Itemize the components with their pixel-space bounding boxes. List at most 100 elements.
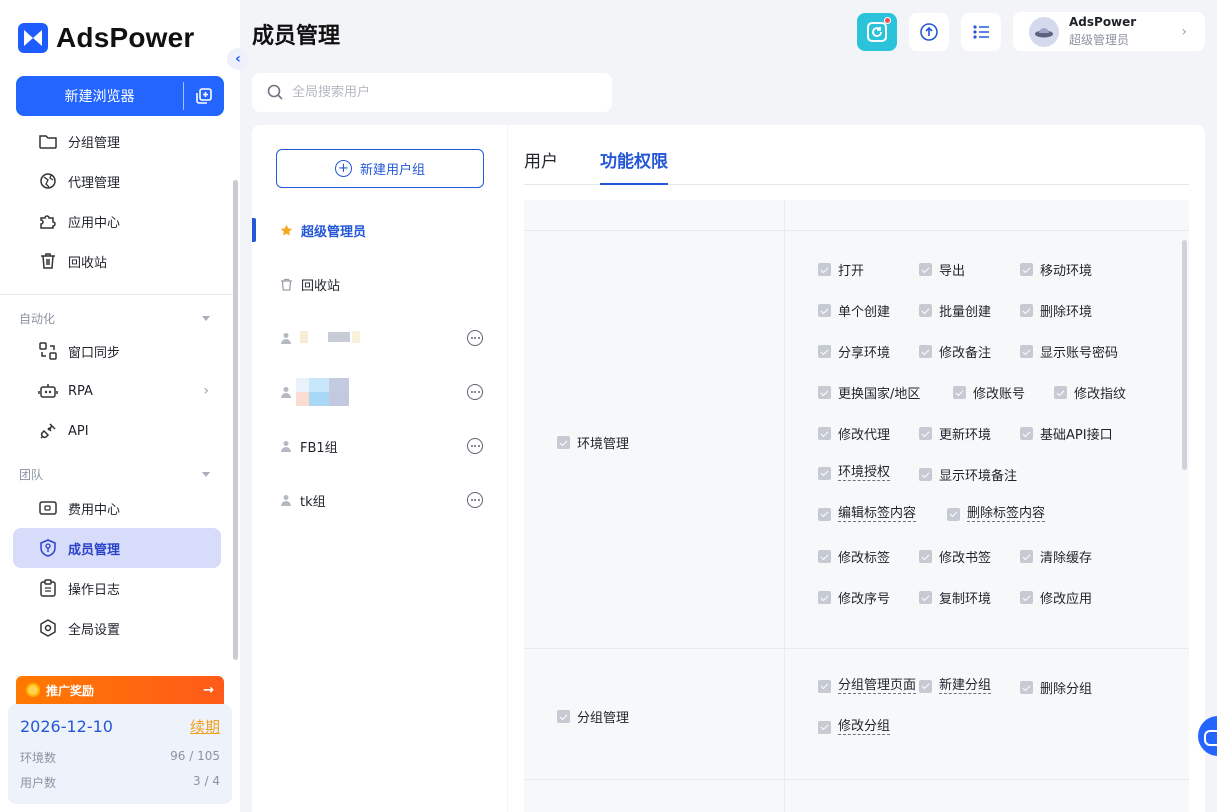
- permission-option[interactable]: 更换国家/地区: [818, 383, 920, 402]
- sidebar-item-member-management[interactable]: 成员管理: [13, 528, 221, 568]
- sidebar-item-group-management[interactable]: 分组管理: [13, 121, 221, 161]
- sidebar-scrollbar[interactable]: [233, 180, 238, 660]
- permission-option[interactable]: 清除缓存: [1020, 547, 1092, 566]
- permission-option[interactable]: 打开: [818, 260, 864, 279]
- checkbox[interactable]: [1020, 345, 1033, 358]
- permissions-scrollbar[interactable]: [1182, 240, 1187, 470]
- sidebar-item-operation-log[interactable]: 操作日志: [13, 568, 221, 608]
- sidebar-item-window-sync[interactable]: 窗口同步: [13, 331, 221, 371]
- checkbox[interactable]: [818, 345, 831, 358]
- caret-down-icon[interactable]: [202, 472, 210, 477]
- checkbox[interactable]: [1020, 591, 1033, 604]
- permission-option[interactable]: 复制环境: [919, 588, 991, 607]
- checkbox[interactable]: [947, 507, 960, 521]
- search-input[interactable]: [292, 85, 582, 100]
- sidebar-item-proxy-management[interactable]: 代理管理: [13, 161, 221, 201]
- new-user-group-button[interactable]: + 新建用户组: [276, 149, 484, 188]
- tab-users[interactable]: 用户: [524, 147, 558, 172]
- permission-option[interactable]: 分组管理页面: [818, 678, 917, 694]
- checkbox[interactable]: [818, 720, 831, 734]
- checkbox[interactable]: [818, 591, 831, 604]
- checkbox[interactable]: [919, 427, 932, 440]
- logo[interactable]: AdsPower: [18, 22, 195, 54]
- permission-option[interactable]: 修改分组: [818, 719, 891, 735]
- permission-option[interactable]: 基础API接口: [1020, 424, 1113, 443]
- checkbox[interactable]: [818, 679, 831, 693]
- checkbox[interactable]: [818, 507, 831, 521]
- checkbox[interactable]: [919, 263, 932, 276]
- checkbox[interactable]: [919, 550, 932, 563]
- new-browser-button[interactable]: 新建浏览器: [16, 76, 183, 116]
- caret-down-icon[interactable]: [202, 316, 210, 321]
- permission-option[interactable]: 显示账号密码: [1020, 342, 1118, 361]
- sidebar-item-billing[interactable]: 费用中心: [13, 488, 221, 528]
- sidebar-item-global-settings[interactable]: 全局设置: [13, 608, 221, 648]
- checkbox[interactable]: [557, 710, 570, 723]
- checkbox[interactable]: [1054, 386, 1067, 399]
- sidebar-item-api[interactable]: API: [13, 411, 221, 451]
- permission-option[interactable]: 显示环境备注: [919, 465, 1017, 484]
- checkbox[interactable]: [818, 466, 831, 480]
- more-options-icon[interactable]: [467, 492, 483, 508]
- more-options-icon[interactable]: [467, 384, 483, 400]
- sidebar-item-recycle-bin[interactable]: 回收站: [13, 241, 221, 281]
- permission-option[interactable]: 导出: [919, 260, 965, 279]
- permission-option[interactable]: 修改应用: [1020, 588, 1092, 607]
- checkbox[interactable]: [1020, 304, 1033, 317]
- category-env-management[interactable]: 环境管理: [557, 433, 629, 452]
- permission-option[interactable]: 修改序号: [818, 588, 890, 607]
- permission-option[interactable]: 修改代理: [818, 424, 890, 443]
- checkbox[interactable]: [1020, 427, 1033, 440]
- permission-option[interactable]: 更新环境: [919, 424, 991, 443]
- checkbox[interactable]: [919, 591, 932, 604]
- checkbox[interactable]: [1020, 681, 1033, 694]
- category-group-management[interactable]: 分组管理: [557, 707, 629, 726]
- permission-option[interactable]: 修改书签: [919, 547, 991, 566]
- permission-option[interactable]: 修改标签: [818, 547, 890, 566]
- permission-option[interactable]: 移动环境: [1020, 260, 1092, 279]
- checkbox[interactable]: [1020, 550, 1033, 563]
- group-item-tk[interactable]: tk组: [252, 480, 507, 520]
- batch-create-button[interactable]: [184, 76, 224, 116]
- profile-menu[interactable]: AdsPower 超级管理员 ›: [1013, 12, 1205, 51]
- task-list-button[interactable]: [961, 13, 1001, 51]
- checkbox[interactable]: [1020, 263, 1033, 276]
- group-item-blurred-1[interactable]: [252, 318, 507, 358]
- permission-option[interactable]: 删除标签内容: [947, 506, 1046, 522]
- permission-option[interactable]: 修改备注: [919, 342, 991, 361]
- checkbox[interactable]: [919, 345, 932, 358]
- permission-option[interactable]: 修改指纹: [1054, 383, 1126, 402]
- tab-feature-permissions[interactable]: 功能权限: [600, 147, 668, 185]
- sidebar-item-rpa[interactable]: RPA ›: [13, 371, 221, 411]
- group-item-blurred-2[interactable]: [252, 372, 507, 412]
- notification-button[interactable]: [857, 13, 897, 51]
- permission-option[interactable]: 删除环境: [1020, 301, 1092, 320]
- checkbox[interactable]: [818, 550, 831, 563]
- permission-option[interactable]: 编辑标签内容: [818, 506, 917, 522]
- collapse-sidebar-button[interactable]: ‹: [227, 48, 249, 70]
- checkbox[interactable]: [818, 304, 831, 317]
- checkbox[interactable]: [919, 679, 932, 693]
- permission-option[interactable]: 新建分组: [919, 678, 992, 694]
- promo-banner[interactable]: 推广奖励 →: [16, 676, 224, 704]
- group-item-super-admin[interactable]: 超级管理员: [252, 210, 507, 250]
- checkbox[interactable]: [557, 436, 570, 449]
- checkbox[interactable]: [953, 386, 966, 399]
- checkbox[interactable]: [818, 386, 831, 399]
- permission-option[interactable]: 删除分组: [1020, 678, 1092, 697]
- group-item-fb1[interactable]: FB1组: [252, 426, 507, 466]
- sidebar-item-app-center[interactable]: 应用中心: [13, 201, 221, 241]
- more-options-icon[interactable]: [467, 330, 483, 346]
- checkbox[interactable]: [919, 304, 932, 317]
- permission-option[interactable]: 批量创建: [919, 301, 991, 320]
- checkbox[interactable]: [818, 427, 831, 440]
- more-options-icon[interactable]: [467, 438, 483, 454]
- permission-option[interactable]: 分享环境: [818, 342, 890, 361]
- checkbox[interactable]: [818, 263, 831, 276]
- permission-option[interactable]: 环境授权: [818, 465, 891, 481]
- sync-button[interactable]: [909, 13, 949, 51]
- permission-option[interactable]: 修改账号: [953, 383, 1025, 402]
- permission-option[interactable]: 单个创建: [818, 301, 890, 320]
- checkbox[interactable]: [919, 468, 932, 481]
- group-item-recycle-bin[interactable]: 回收站: [252, 264, 507, 304]
